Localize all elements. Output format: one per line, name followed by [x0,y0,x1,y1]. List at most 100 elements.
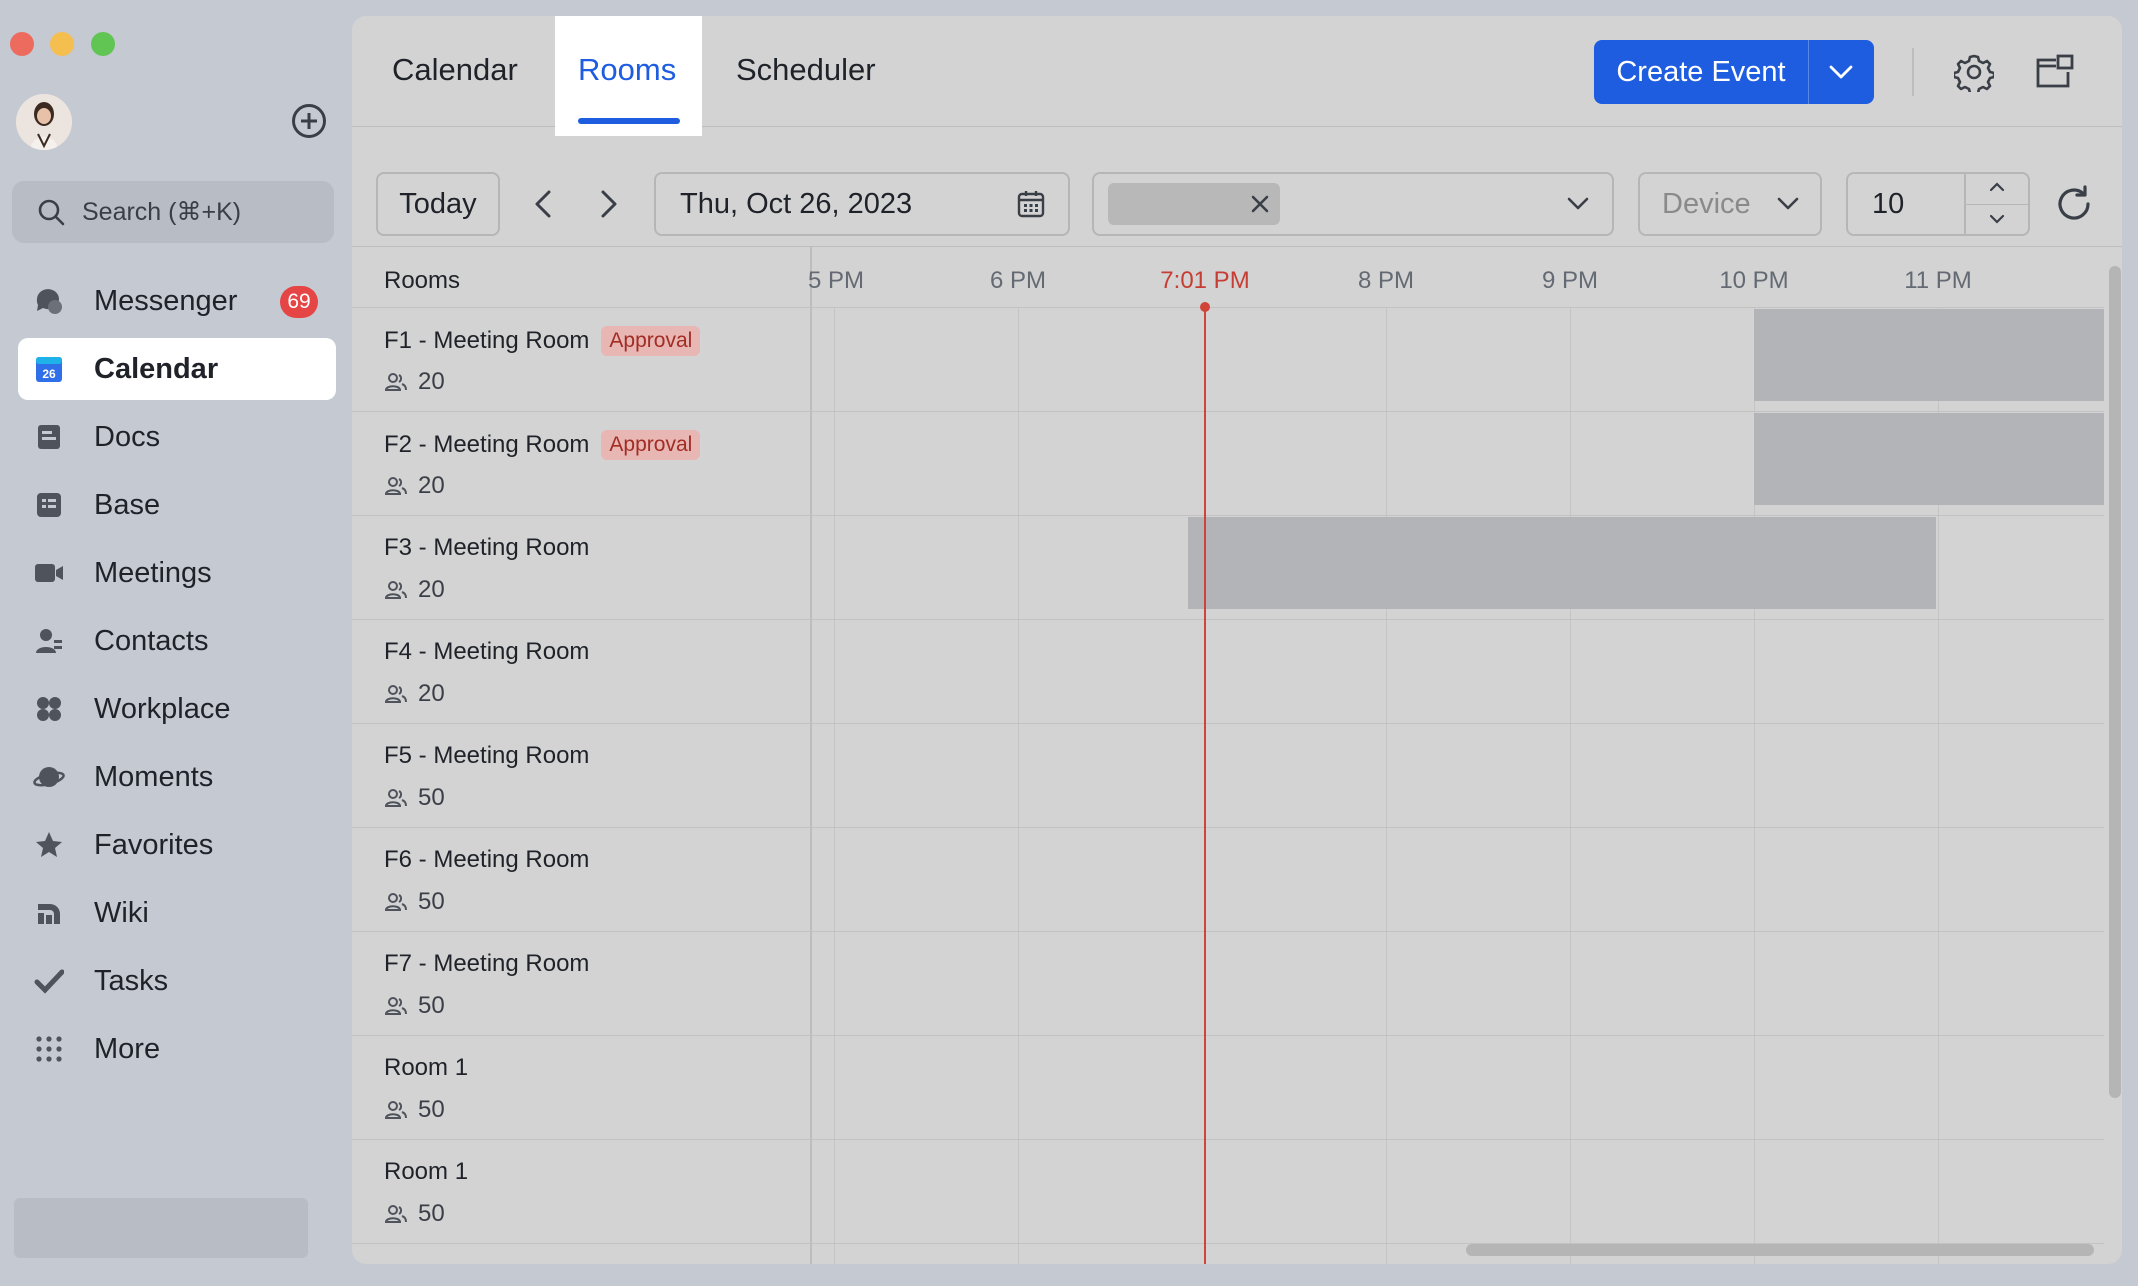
sidebar-item-docs[interactable]: Docs [18,406,336,468]
room-name: Room 1 [384,1158,469,1185]
people-icon [384,1205,407,1223]
sidebar-item-label: More [94,1032,161,1065]
close-icon[interactable] [1250,194,1270,214]
people-icon [384,1101,407,1119]
capacity-stepper[interactable]: 10 [1846,172,2030,236]
sidebar-item-moments[interactable]: Moments [18,746,336,808]
people-icon [384,893,407,911]
people-icon [384,997,407,1015]
hour-label: 8 PM [1357,267,1415,294]
toolbar-divider [1912,48,1914,96]
chevron-down-icon [1829,65,1853,79]
create-event-dropdown[interactable] [1809,64,1873,80]
sidebar-item-more[interactable]: More [18,1018,336,1080]
sidebar-item-label: Moments [94,760,214,793]
hour-label: 11 PM [1904,267,1972,294]
sidebar-item-calendar[interactable]: 26 Calendar [18,338,336,400]
add-icon[interactable] [292,104,326,138]
room-row-room1[interactable]: Room 1 50 [352,1036,2104,1140]
sidebar-item-base[interactable]: Base [18,474,336,536]
date-value: Thu, Oct 26, 2023 [680,187,913,220]
sidebar-item-label: Base [94,488,161,521]
current-time-label: 7:01 PM [1160,267,1250,294]
create-event-button[interactable]: Create Event [1594,40,1874,104]
star-icon [32,828,66,862]
chevron-down-icon [1777,197,1799,210]
moments-icon [32,760,66,794]
vertical-scrollbar[interactable] [2109,266,2121,1098]
filter-chip[interactable] [1108,183,1280,225]
stepper-divider [1966,204,2028,205]
room-name: F7 - Meeting Room [384,950,590,977]
new-window-icon [2036,54,2074,88]
stepper-down-icon[interactable] [1988,212,2006,226]
room-row-room1-b[interactable]: Room 1 50 [352,1140,2104,1244]
device-placeholder: Device [1662,187,1751,220]
tab-scheduler[interactable]: Scheduler [736,52,876,88]
horizontal-scrollbar[interactable] [1466,1244,2094,1256]
room-capacity: 20 [418,576,445,603]
settings-button[interactable] [1952,50,1996,94]
open-window-button[interactable] [2032,50,2076,94]
more-grid-icon [32,1032,66,1066]
create-event-label: Create Event [1616,55,1786,88]
sidebar-item-favorites[interactable]: Favorites [18,814,336,876]
tab-rooms[interactable]: Rooms [578,52,676,88]
booked-block[interactable] [1754,309,2104,401]
window-zoom-button[interactable] [91,32,115,56]
stepper-value: 10 [1872,187,1905,220]
sidebar-item-contacts[interactable]: Contacts [18,610,336,672]
chevron-down-icon [1567,197,1589,210]
sidebar-item-label: Docs [94,420,161,453]
current-time-marker [1200,302,1210,312]
sidebar-item-label: Calendar [94,352,219,385]
date-picker[interactable]: Thu, Oct 26, 2023 [654,172,1070,236]
room-row-f7[interactable]: F7 - Meeting Room 50 [352,932,2104,1036]
people-icon [384,373,407,391]
room-capacity: 50 [418,784,445,811]
room-row-f4[interactable]: F4 - Meeting Room 20 [352,620,2104,724]
sidebar-item-tasks[interactable]: Tasks [18,950,336,1012]
approval-badge: Approval [601,430,701,460]
sidebar-item-messenger[interactable]: Messenger 69 [18,270,336,332]
window-minimize-button[interactable] [50,32,74,56]
chevron-right-icon[interactable] [592,188,624,220]
search-input[interactable]: Search (⌘+K) [12,181,334,243]
room-row-f5[interactable]: F5 - Meeting Room 50 [352,724,2104,828]
hour-label: 9 PM [1541,267,1599,294]
chevron-left-icon[interactable] [528,188,560,220]
building-filter-select[interactable] [1092,172,1614,236]
active-tab-indicator [578,118,680,124]
search-placeholder: Search (⌘+K) [82,198,242,226]
tab-calendar[interactable]: Calendar [392,52,518,88]
rooms-timeline-grid: Rooms 5 PM 6 PM 7:01 PM 8 PM 9 PM 10 PM … [352,247,2122,1264]
sidebar-item-workplace[interactable]: Workplace [18,678,336,740]
room-row-f6[interactable]: F6 - Meeting Room 50 [352,828,2104,932]
sidebar-item-meetings[interactable]: Meetings [18,542,336,604]
window-close-button[interactable] [10,32,34,56]
room-name: F4 - Meeting Room [384,638,590,665]
sidebar-item-wiki[interactable]: Wiki [18,882,336,944]
meetings-icon [32,556,66,590]
docs-icon [32,420,66,454]
base-icon [32,488,66,522]
avatar[interactable] [16,94,72,150]
room-name: F3 - Meeting Room [384,534,590,561]
booked-block[interactable] [1754,413,2104,505]
contacts-icon [32,624,66,658]
messenger-icon [32,284,66,318]
unread-badge: 69 [280,286,318,318]
room-capacity: 20 [418,680,445,707]
booked-block[interactable] [1188,517,1936,609]
stepper-up-icon[interactable] [1988,180,2006,194]
room-capacity: 50 [418,1200,445,1227]
room-name: Room 1 [384,1054,469,1081]
room-capacity: 50 [418,888,445,915]
refresh-icon[interactable] [2054,184,2094,224]
room-capacity: 20 [418,472,445,499]
people-icon [384,789,407,807]
room-name: F6 - Meeting Room [384,846,590,873]
today-button[interactable]: Today [376,172,500,236]
people-icon [384,685,407,703]
device-select[interactable]: Device [1638,172,1822,236]
